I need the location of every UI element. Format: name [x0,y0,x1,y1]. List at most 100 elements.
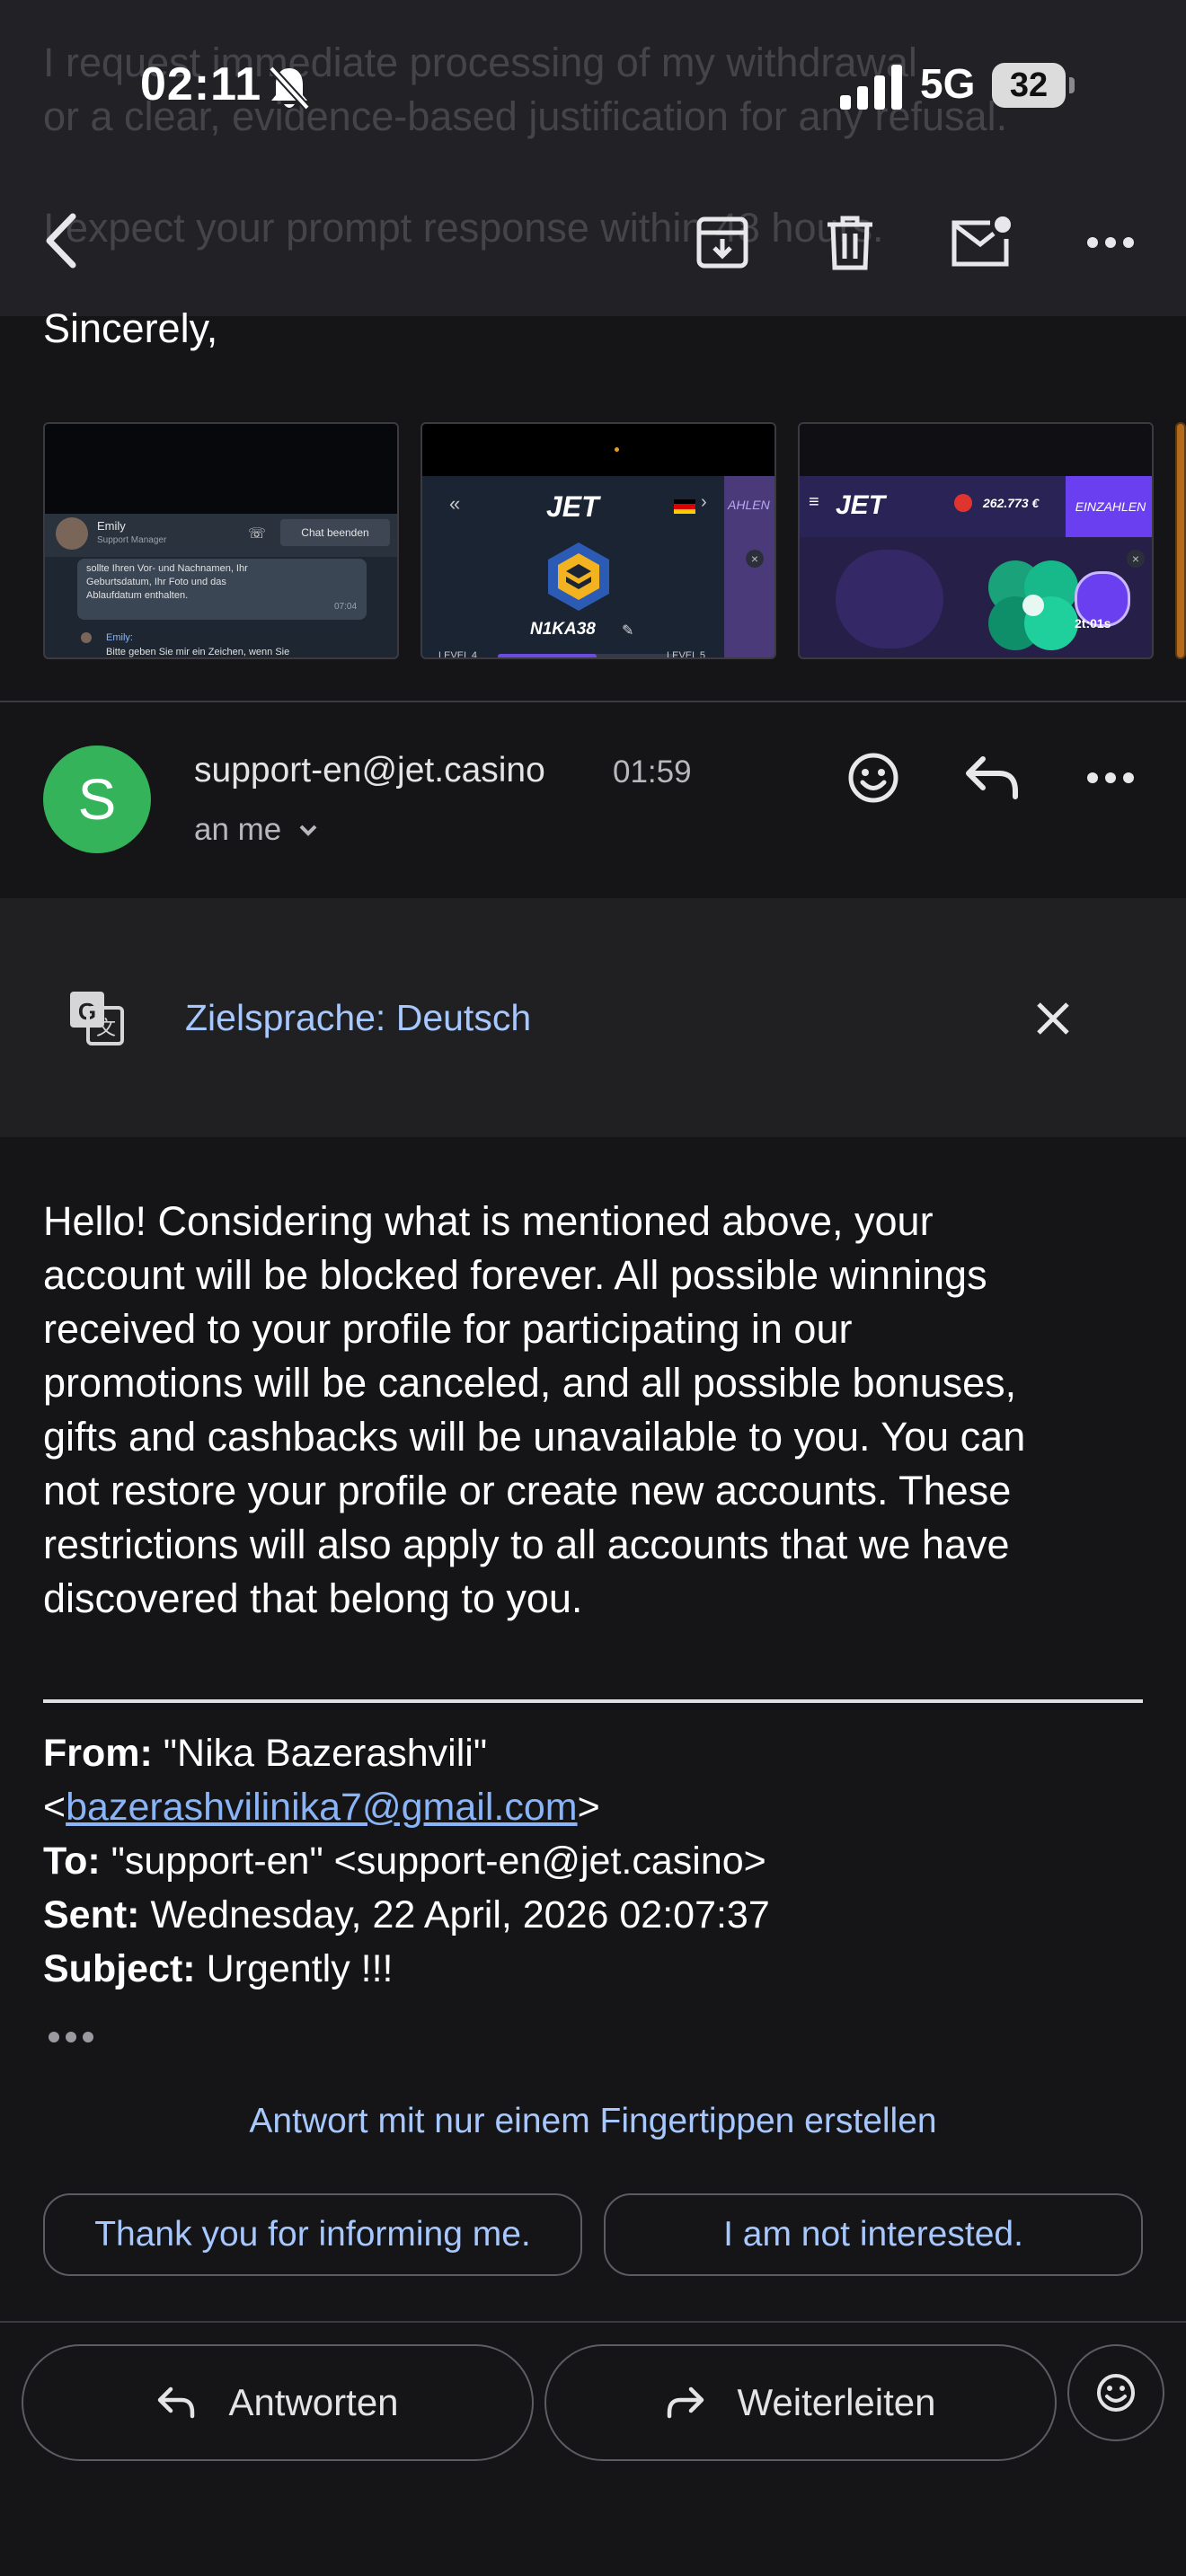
message-divider [0,701,1186,702]
chevron-down-icon [299,825,317,836]
body-line: gifts and cashbacks will be unavailable … [43,1414,1026,1460]
smart-reply-chip[interactable]: Thank you for informing me. [43,2193,582,2276]
end-chat-button: Chat beenden [280,519,390,546]
level-right: LEVEL 5 [667,650,706,659]
cellular-signal-icon [840,65,902,110]
agent-role: Support Manager [97,535,167,545]
from-name: "Nika Bazerashvili" [163,1732,488,1775]
attachment-thumbnail[interactable]: ≡ JET 262.773 € EINZAHLEN 2t:01s × [798,422,1154,659]
back-arrow-icon [46,213,76,269]
camera-dot [615,447,619,452]
battery-icon: 32 [992,63,1066,108]
status-time: 02:11 [140,58,262,110]
notification-icon [954,494,972,512]
quoted-header: From: "Nika Bazerashvili" <bazerashvilin… [43,1726,1148,1996]
mark-unread-icon [951,216,1011,267]
action-divider [0,2321,1186,2323]
balance: 262.773 € [983,496,1040,510]
thumbnail-header [45,424,397,514]
chat-text-line: sollte Ihren Vor- und Nachnamen, Ihr [86,563,248,574]
message-more-button[interactable] [1075,742,1146,814]
sender-address[interactable]: support-en@jet.casino [194,751,545,790]
reply-text: Bitte geben Sie mir ein Zeichen, wenn Si… [106,647,290,657]
close-translation-button[interactable] [1017,983,1089,1054]
sender-avatar[interactable]: S [43,745,151,853]
top-app-bar: I request immediate processing of my wit… [0,0,1186,316]
subject-line: Subject: Urgently !!! [43,1942,1148,1996]
react-action-button[interactable] [1067,2344,1164,2441]
background-shape [836,550,943,648]
forward-icon [667,2386,704,2419]
side-label: AHLEN [728,498,770,512]
chevron-right-icon: › [701,492,707,512]
level-progress-fill [498,654,597,657]
emoji-react-icon [1097,2374,1135,2412]
pencil-icon: ✎ [622,623,634,639]
from-line: From: "Nika Bazerashvili" [43,1726,1148,1780]
reply-label: Antworten [228,2381,399,2423]
status-bar: 02:11 5G 32 [0,36,1186,135]
translation-bar [0,898,1186,1137]
from-email-link[interactable]: bazerashvilinika7@gmail.com [66,1786,577,1829]
chat-time: 07:04 [334,602,358,612]
sent-value: Wednesday, 22 April, 2026 02:07:37 [150,1893,770,1936]
attachment-strip[interactable]: Emily Support Manager ☏ Chat beenden sol… [0,422,1186,661]
jet-logo: JET [836,490,886,520]
agent-mini-avatar [81,632,92,643]
reply-action-button[interactable]: Antworten [22,2344,534,2461]
recipient-label: an me [194,812,282,847]
smart-reply-title: Antwort mit nur einem Fingertippen erste… [249,2102,937,2140]
body-line: account will be blocked forever. All pos… [43,1252,987,1298]
double-chevron-left-icon: « [449,492,461,515]
subject-label: Subject: [43,1947,196,1990]
close-icon: × [746,550,764,568]
react-emoji-button[interactable] [837,742,909,814]
agent-avatar [56,517,88,550]
chat-text-line: Geburtsdatum, Ihr Foto und das [86,577,226,587]
emoji-react-icon [848,753,898,803]
closing-line: Sincerely, [43,305,218,351]
smart-reply-chip[interactable]: I am not interested. [604,2193,1143,2276]
attachment-thumbnail[interactable]: « JET › AHLEN N1KA38 ✎ LEVEL 4 LEVEL 5 × [420,422,776,659]
body-line: restrictions will also apply to all acco… [43,1522,1010,1567]
delete-button[interactable] [814,207,886,278]
agent-name: Emily [97,519,126,533]
archive-button[interactable] [686,207,758,278]
jet-logo: JET [546,490,599,523]
sent-line: Sent: Wednesday, 22 April, 2026 02:07:37 [43,1888,1148,1942]
level-badge-icon [548,543,609,611]
show-trimmed-content-icon[interactable] [47,2030,95,2044]
timer: 2t:01s [1075,616,1111,631]
menu-icon: ≡ [809,492,819,512]
network-type: 5G [920,60,976,107]
clover-graphic [988,560,1078,650]
back-button[interactable] [25,205,97,277]
quote-separator [43,1699,1143,1703]
trash-icon [828,216,872,270]
mark-unread-button[interactable] [945,207,1017,278]
reply-button[interactable] [956,742,1028,814]
archive-icon [696,216,748,269]
message-body: Hello! Considering what is mentioned abo… [43,1195,1148,1626]
body-line: discovered that belong to you. [43,1575,583,1621]
to-line: To: "support-en" <support-en@jet.casino> [43,1834,1148,1888]
recipient-details-toggle[interactable]: an me [194,812,319,848]
translation-language-link[interactable]: Zielsprache: Deutsch [185,997,531,1039]
battery-cap [1069,77,1075,93]
thumbnail-header [422,424,774,476]
attachment-thumbnail[interactable]: Emily Support Manager ☏ Chat beenden sol… [43,422,399,659]
chat-text-line: Ablaufdatum enthalten. [86,590,189,601]
more-options-button[interactable] [1075,207,1146,278]
silent-bell-icon [269,66,310,110]
reply-icon [158,2386,195,2419]
translate-icon: G 文 [70,992,124,1045]
level-left: LEVEL 4 [438,650,478,659]
chat-bubble-text: sollte Ihren Vor- und Nachnamen, Ihr Geb… [86,562,248,603]
to-label: To: [43,1839,101,1883]
forward-action-button[interactable]: Weiterleiten [544,2344,1057,2461]
body-line: not restore your profile or create new a… [43,1468,1012,1513]
deposit-button: EINZAHLEN [1066,476,1152,537]
body-line: Hello! Considering what is mentioned abo… [43,1198,934,1244]
forward-label: Weiterleiten [737,2381,936,2423]
attachment-thumbnail-partial[interactable] [1175,422,1186,659]
